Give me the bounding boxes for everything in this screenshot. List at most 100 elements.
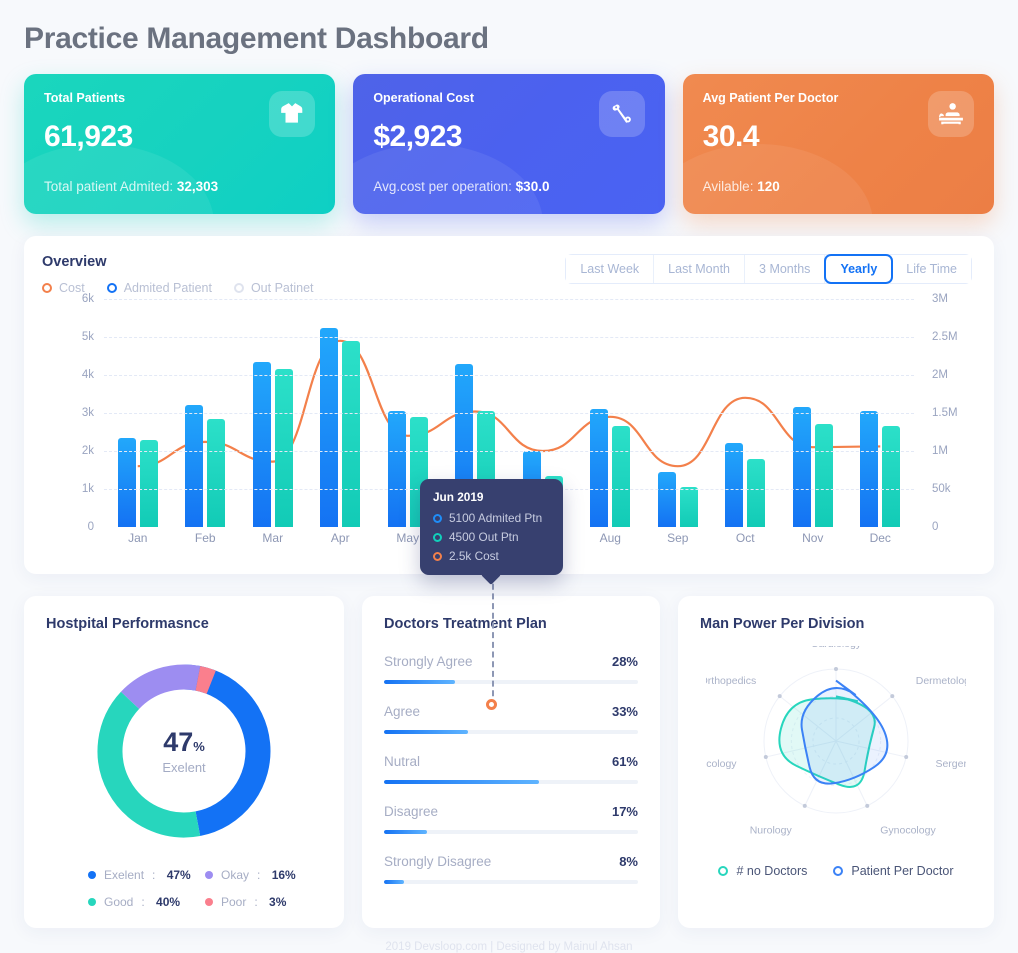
doctor-coat-icon <box>269 91 316 137</box>
page-title: Practice Management Dashboard <box>24 22 489 55</box>
kpi-sub-prefix: Avg.cost per operation: <box>373 179 516 194</box>
donut-legend-item-poor[interactable]: Poor: 3% <box>205 895 322 909</box>
legend-ring-icon <box>833 866 844 876</box>
y-tick-right: 50k <box>932 483 951 495</box>
y-tick-right: 1M <box>932 445 948 457</box>
treatment-plan-label: Strongly Disagree <box>384 854 492 869</box>
y-tick-left: 1k <box>81 483 94 495</box>
treatment-plan-label: Disagree <box>384 804 439 819</box>
y-tick-left: 5k <box>81 331 94 343</box>
tooltip-row: 2.5k Cost <box>433 549 550 563</box>
x-tick-label: Nov <box>802 531 824 545</box>
range-button-last-week[interactable]: Last Week <box>566 255 655 283</box>
legend-label: Patient Per Doctor <box>851 864 954 878</box>
x-tick-label: Aug <box>599 531 621 545</box>
bar-admited-patient[interactable] <box>185 405 204 527</box>
donut-value: 47% <box>163 727 205 758</box>
radar-legend-item-no-doctors[interactable]: # no Doctors <box>718 864 807 878</box>
bar-out-patinet[interactable] <box>342 340 361 527</box>
x-tick-label: Dec <box>869 531 891 545</box>
grid-line <box>104 375 914 376</box>
bar-admited-patient[interactable] <box>860 411 879 527</box>
treatment-plan-label: Agree <box>384 704 421 719</box>
kpi-subtext: Total patient Admited: 32,303 <box>44 179 218 194</box>
treatment-plan-label: Strongly Agree <box>384 654 473 669</box>
svg-text:Dermetology: Dermetology <box>916 675 966 687</box>
kpi-sub-value: 120 <box>757 179 780 194</box>
bar-out-patinet[interactable] <box>882 426 901 527</box>
treatment-plan-fill <box>384 780 539 784</box>
legend-item-out-patinet[interactable]: Out Patinet <box>233 281 314 295</box>
treatment-plan-list: Strongly Agree 28% Agree 33% Nutral 61% Disagr… <box>384 654 638 884</box>
donut-legend-item-exelent[interactable]: Exelent: 47% <box>88 868 205 882</box>
range-button-3-months[interactable]: 3 Months <box>745 255 826 283</box>
donut-legend-item-good[interactable]: Good: 40% <box>88 895 205 909</box>
bar-out-patinet[interactable] <box>612 426 631 527</box>
hospital-performance-title: Hostpital Performasnce <box>46 616 209 632</box>
treatment-plan-row: Agree 33% <box>384 704 638 734</box>
man-power-title: Man Power Per Division <box>700 616 865 632</box>
kpi-card-avg-patient-per-doctor[interactable]: Avg Patient Per Doctor 30.4 Avilable: 12… <box>682 74 994 214</box>
y-axis-right: 0 50k 1M 1.5M 2M 2.5M 3M <box>932 293 966 533</box>
bar-out-patinet[interactable] <box>139 439 158 527</box>
legend-ring-icon <box>106 283 117 293</box>
treatment-plan-fill <box>384 680 456 684</box>
svg-text:Gynocology: Gynocology <box>880 824 936 836</box>
y-tick-left: 3k <box>81 407 94 419</box>
bar-admited-patient[interactable] <box>725 443 744 527</box>
treatment-plan-row: Nutral 61% <box>384 754 638 784</box>
bar-out-patinet[interactable] <box>207 418 226 527</box>
legend-dot-icon <box>205 871 213 879</box>
legend-value: 16% <box>271 868 296 882</box>
bar-admited-patient[interactable] <box>657 471 676 527</box>
donut-center-label: 47% Exelent <box>87 654 281 848</box>
kpi-sub-prefix: Total patient Admited: <box>44 179 177 194</box>
y-tick-right: 3M <box>932 293 948 305</box>
legend-dot-icon <box>88 898 96 906</box>
bar-admited-patient[interactable] <box>320 327 339 527</box>
bar-admited-patient[interactable] <box>387 411 406 527</box>
treatment-plan-title: Doctors Treatment Plan <box>384 616 547 632</box>
x-tick-label: Sep <box>667 531 689 545</box>
donut-chart: 47% Exelent <box>87 654 281 848</box>
legend-label: Poor <box>221 895 247 909</box>
y-tick-right: 2M <box>932 369 948 381</box>
treatment-plan-fill <box>384 730 468 734</box>
svg-text:Sergery: Sergery <box>935 758 966 770</box>
radar-legend: # no Doctors Patient Per Doctor <box>700 864 972 878</box>
treatment-plan-value: 17% <box>611 804 638 819</box>
bar-out-patinet[interactable] <box>814 424 833 527</box>
radar-svg: Cardiology Dermetology Sergery Gynocology Nu… <box>687 638 976 836</box>
dashboard-page: Practice Management Dashboard Total Pati… <box>0 0 1018 953</box>
man-power-panel: Man Power Per Division Cardiology Dermeto… <box>678 596 994 928</box>
kpi-card-total-patients[interactable]: Total Patients 61,923 Total patient Admi… <box>24 74 336 214</box>
bottom-row: Hostpital Performasnce 47% Exelent Exele… <box>24 596 994 928</box>
legend-item-admited-patient[interactable]: Admited Patient <box>106 281 212 295</box>
overview-header-left: Overview Cost Admited Patient Out Patine… <box>42 254 314 295</box>
bar-admited-patient[interactable] <box>590 409 609 527</box>
treatment-plan-value: 33% <box>611 704 638 719</box>
kpi-card-operational-cost[interactable]: Operational Cost $2,923 Avg.cost per ope… <box>353 74 665 214</box>
hospital-performance-panel: Hostpital Performasnce 47% Exelent Exele… <box>24 596 344 928</box>
bar-out-patinet[interactable] <box>679 487 698 527</box>
bar-out-patinet[interactable] <box>747 458 766 527</box>
range-button-life-time[interactable]: Life Time <box>892 255 971 283</box>
range-button-yearly[interactable]: Yearly <box>824 254 894 284</box>
tooltip-stem <box>492 574 494 706</box>
bar-admited-patient[interactable] <box>252 361 271 527</box>
range-button-last-month[interactable]: Last Month <box>654 255 746 283</box>
treatment-plan-value: 28% <box>611 654 638 669</box>
legend-value: 40% <box>156 895 181 909</box>
grid-line <box>104 337 914 338</box>
legend-value: 47% <box>166 868 191 882</box>
tooltip-row-text: 4500 Out Ptn <box>449 530 519 544</box>
treatment-plan-track <box>384 730 638 734</box>
legend-item-cost[interactable]: Cost <box>42 281 85 295</box>
bar-admited-patient[interactable] <box>792 407 811 527</box>
grid-line <box>104 299 914 300</box>
x-tick-label: Feb <box>194 531 216 545</box>
donut-legend-item-okay[interactable]: Okay: 16% <box>205 868 322 882</box>
radar-legend-item-patient-per-doctor[interactable]: Patient Per Doctor <box>833 864 954 878</box>
bar-out-patinet[interactable] <box>274 369 293 527</box>
y-tick-left: 0 <box>87 521 94 533</box>
